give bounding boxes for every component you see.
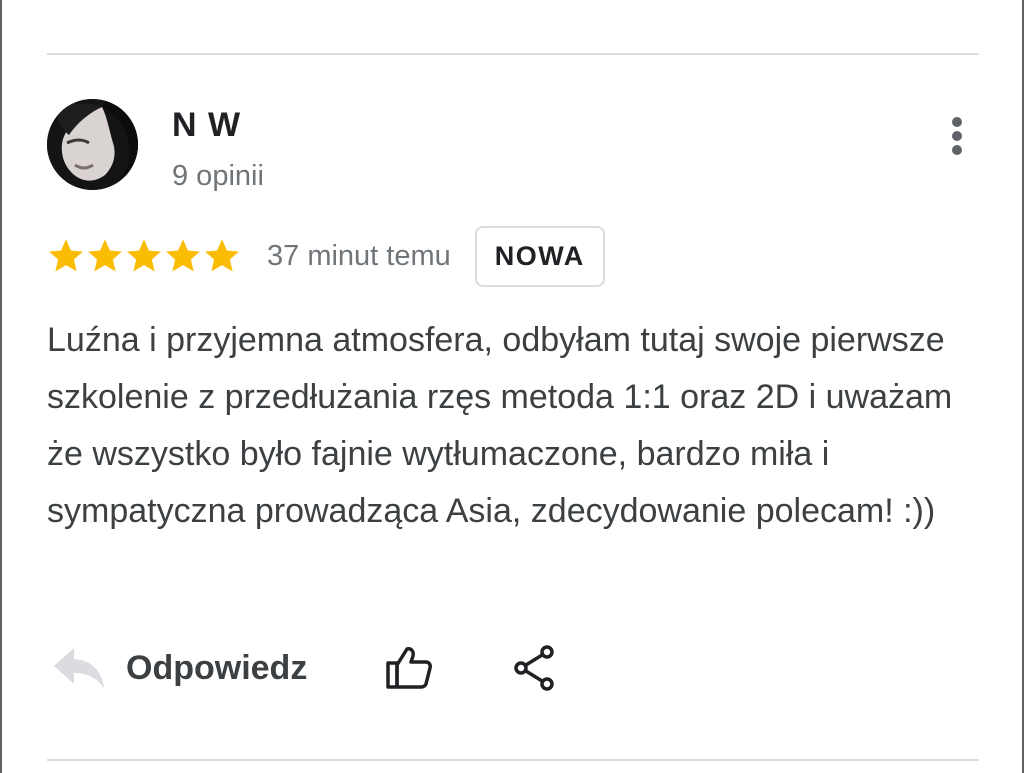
reply-label: Odpowiedz: [126, 648, 308, 687]
star-icon: [205, 239, 239, 272]
share-button[interactable]: [513, 645, 557, 691]
avatar[interactable]: [47, 99, 138, 190]
like-button[interactable]: [385, 645, 433, 691]
star-rating: [47, 237, 241, 275]
star-icon: [166, 239, 200, 272]
divider-top: [47, 53, 979, 55]
review-time: 37 minut temu: [267, 239, 451, 272]
reviewer-review-count: 9 opinii: [172, 160, 264, 192]
star-icon: [127, 239, 161, 272]
new-badge: NOWA: [474, 225, 605, 287]
avatar-photo: [47, 99, 138, 190]
frame-left-edge: [0, 0, 2, 773]
share-icon: [514, 645, 555, 691]
reply-button[interactable]: Odpowiedz: [52, 646, 307, 690]
reply-arrow-icon: [54, 648, 104, 688]
more-options-button[interactable]: [935, 112, 979, 160]
review-text: Luźna i przyjemna atmosfera, odbyłam tut…: [47, 321, 953, 530]
reviewer-name[interactable]: N W: [172, 106, 241, 145]
review-actions: Odpowiedz: [52, 636, 557, 700]
star-icon: [49, 239, 83, 272]
divider-bottom: [47, 759, 979, 761]
more-vert-icon: [952, 117, 962, 155]
star-icon: [88, 239, 122, 272]
rating-row: 37 minut temu NOWA: [47, 225, 605, 287]
thumb-up-icon: [386, 647, 433, 689]
